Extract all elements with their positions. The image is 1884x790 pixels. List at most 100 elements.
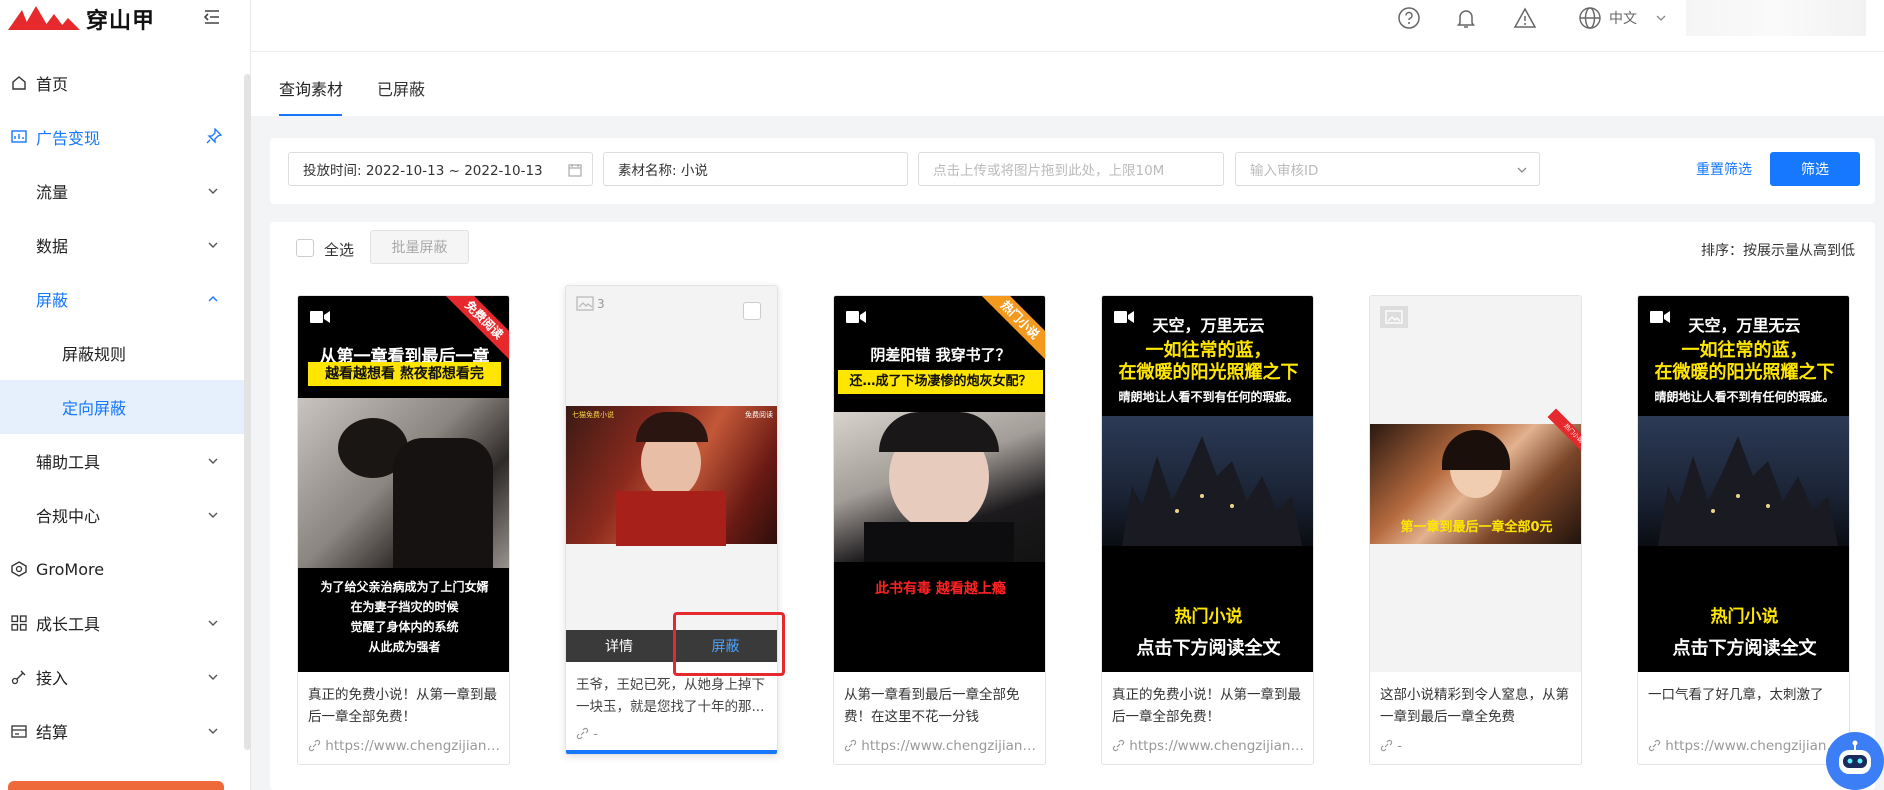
sidebar-item-block[interactable]: 屏蔽	[0, 272, 246, 326]
card-link[interactable]: -	[576, 726, 772, 742]
card-line: 点击下方阅读全文	[1672, 638, 1817, 659]
sidebar-item-tools[interactable]: 辅助工具	[0, 434, 246, 488]
sidebar-item-growth-tools[interactable]: 成长工具	[0, 596, 246, 650]
select-all-label[interactable]: 全选	[324, 239, 354, 260]
bell-icon[interactable]	[1454, 6, 1478, 30]
sidebar-item-label: 合规中心	[36, 507, 101, 526]
highlight-box	[673, 612, 785, 676]
image-icon	[1380, 306, 1408, 328]
sidebar-item-block-rules[interactable]: 屏蔽规则	[0, 326, 246, 380]
pin-icon[interactable]	[206, 128, 222, 144]
chevron-down-icon	[208, 512, 218, 518]
language-select[interactable]: 中文	[1609, 8, 1637, 28]
date-range-picker[interactable]: 投放时间: 2022-10-13 ~ 2022-10-13	[288, 152, 593, 186]
card-link[interactable]: https://www.chengzijianzhang.cn	[1648, 738, 1844, 754]
date-range-value: 投放时间: 2022-10-13 ~ 2022-10-13	[303, 163, 543, 179]
user-account[interactable]	[1686, 0, 1866, 36]
card-headline: 阴差阳错 我穿书了？	[870, 346, 1011, 364]
gromore-icon	[10, 560, 28, 578]
card-line: 在微暖的阳光照耀之下	[1118, 362, 1299, 383]
card-link[interactable]: https://www.chengzijianzhang.cn	[308, 738, 504, 754]
card-line: 点击下方阅读全文	[1136, 638, 1281, 659]
menu-collapse-icon[interactable]	[203, 8, 221, 26]
sidebar-item-settlement[interactable]: 结算	[0, 704, 246, 758]
video-thumbnail[interactable]: 天空，万里无云 一如往常的蓝， 在微暖的阳光照耀之下 晴朗地让人看不到有任何的瑕…	[1102, 296, 1313, 672]
reset-filter-button[interactable]: 重置筛选	[1686, 152, 1762, 186]
video-thumbnail[interactable]: 热门小说 阴差阳错 我穿书了？ 还…成了下场凄惨的炮灰女配？ 此书有毒 越看越上…	[834, 296, 1045, 672]
globe-icon[interactable]	[1578, 6, 1602, 30]
card-checkbox[interactable]	[743, 302, 761, 320]
material-card[interactable]: 3 七猫免费小说 免费阅读 详情 屏蔽 王爷，王妃已死，从她身上掉下一块玉，就是…	[565, 285, 778, 755]
card-caption: 此书有毒 越看越上瘾	[875, 581, 1006, 597]
sidebar-item-integration[interactable]: 接入	[0, 650, 246, 704]
caption-line: 觉醒了身体内的系统	[350, 620, 459, 634]
sidebar-item-label: 屏蔽规则	[62, 345, 127, 364]
card-link-text: -	[593, 726, 599, 742]
detail-button[interactable]: 详情	[566, 630, 672, 662]
image-thumbnail[interactable]: 热门小说 第一章到最后一章全部0元	[1370, 296, 1581, 672]
filter-bar: 投放时间: 2022-10-13 ~ 2022-10-13 素材名称: 小说 点…	[270, 138, 1875, 204]
chevron-down-icon	[208, 188, 218, 194]
card-link[interactable]: https://www.chengzijianzhang.cn	[844, 738, 1040, 754]
sidebar-item-traffic[interactable]: 流量	[0, 164, 246, 218]
logo-icon	[8, 6, 80, 30]
promo-banner[interactable]	[8, 781, 224, 790]
sidebar-item-ad-monetization[interactable]: 广告变现	[0, 110, 246, 164]
filter-button[interactable]: 筛选	[1770, 152, 1860, 186]
select-all-checkbox[interactable]	[296, 239, 314, 257]
sort-select[interactable]: 排序：按展示量从高到低	[1701, 240, 1855, 260]
sidebar-item-targeted-block[interactable]: 定向屏蔽	[0, 380, 246, 434]
warning-icon[interactable]	[1513, 6, 1537, 30]
batch-block-button[interactable]: 批量屏蔽	[370, 230, 469, 264]
assistant-robot-button[interactable]	[1826, 732, 1884, 790]
tab-query-material[interactable]: 查询素材	[279, 76, 343, 100]
image-thumbnail[interactable]: 3 七猫免费小说 免费阅读 详情 屏蔽	[566, 286, 777, 662]
review-id-select[interactable]: 输入审核ID	[1235, 152, 1540, 186]
image-upload-input[interactable]: 点击上传或将图片拖到此处，上限10M	[918, 152, 1224, 186]
sidebar-item-gromore[interactable]: GroMore	[0, 542, 246, 596]
image-label: 七猫免费小说	[572, 411, 614, 419]
link-icon	[576, 727, 589, 740]
sidebar-item-label: 辅助工具	[36, 453, 101, 472]
card-link-text: https://www.chengzijianzhang.cn	[325, 738, 504, 754]
material-name-input[interactable]: 素材名称: 小说	[603, 152, 908, 186]
tab-blocked[interactable]: 已屏蔽	[377, 76, 425, 100]
video-thumbnail[interactable]: 免费阅读 从第一章看到最后一章 越看越想看 熬夜都想看完 为了给父亲治病成为了上…	[298, 296, 509, 672]
material-card[interactable]: 免费阅读 从第一章看到最后一章 越看越想看 熬夜都想看完 为了给父亲治病成为了上…	[297, 295, 510, 765]
card-description: 从第一章看到最后一章全部免费！在这里不花一分钱	[844, 687, 1020, 725]
ribbon-badge: 热门小说	[1547, 408, 1581, 460]
sidebar-nav: 首页 广告变现 流量 数据 屏蔽 屏蔽规则 定向屏蔽 辅助工具 合规中心 Gro…	[0, 56, 246, 758]
caption-line: 从此成为强者	[368, 640, 441, 654]
sidebar: 穿山甲 首页 广告变现 流量 数据 屏蔽 屏蔽规则 定向屏蔽 辅助工具 合规中心…	[0, 0, 251, 790]
sidebar-item-home[interactable]: 首页	[0, 56, 246, 110]
link-icon	[308, 739, 321, 752]
sidebar-scrollbar[interactable]	[244, 74, 251, 750]
sidebar-item-data[interactable]: 数据	[0, 218, 246, 272]
sidebar-item-label: 屏蔽	[36, 291, 69, 310]
caption-line: 为了给父亲治病成为了上门女婿	[320, 580, 489, 594]
help-icon[interactable]	[1397, 6, 1421, 30]
top-bar: 3 中文	[251, 0, 1884, 52]
logo[interactable]: 穿山甲	[8, 4, 155, 34]
upload-placeholder: 点击上传或将图片拖到此处，上限10M	[933, 163, 1165, 179]
material-card[interactable]: 热门小说 第一章到最后一章全部0元 这部小说精彩到令人窒息，从第一章到最后一章全…	[1369, 295, 1582, 765]
video-thumbnail[interactable]: 天空，万里无云 一如往常的蓝， 在微暖的阳光照耀之下 晴朗地让人看不到有任何的瑕…	[1638, 296, 1849, 672]
card-subheadline: 越看越想看 熬夜都想看完	[308, 362, 501, 386]
material-card[interactable]: 天空，万里无云 一如往常的蓝， 在微暖的阳光照耀之下 晴朗地让人看不到有任何的瑕…	[1101, 295, 1314, 765]
sidebar-item-label: 结算	[36, 723, 69, 742]
card-line: 天空，万里无云	[1152, 316, 1265, 335]
video-camera-icon	[846, 311, 866, 323]
caption-line: 在为妻子挡灾的时候	[350, 600, 459, 614]
material-card[interactable]: 热门小说 阴差阳错 我穿书了？ 还…成了下场凄惨的炮灰女配？ 此书有毒 越看越上…	[833, 295, 1046, 765]
card-link-text: https://www.chengzijianzhang.cn	[861, 738, 1040, 754]
image-icon	[576, 296, 594, 311]
card-link[interactable]: https://www.chengzijianzhang.cn	[1112, 738, 1308, 754]
material-card[interactable]: 天空，万里无云 一如往常的蓝， 在微暖的阳光照耀之下 晴朗地让人看不到有任何的瑕…	[1637, 295, 1850, 765]
card-line: 天空，万里无云	[1688, 316, 1801, 335]
sidebar-item-label: GroMore	[36, 559, 105, 579]
material-panel: 全选 批量屏蔽 排序：按展示量从高到低	[270, 222, 1875, 790]
image-frame: 七猫免费小说 免费阅读	[566, 406, 777, 546]
sidebar-item-compliance[interactable]: 合规中心	[0, 488, 246, 542]
link-icon	[1112, 739, 1125, 752]
card-link[interactable]: -	[1380, 738, 1576, 754]
